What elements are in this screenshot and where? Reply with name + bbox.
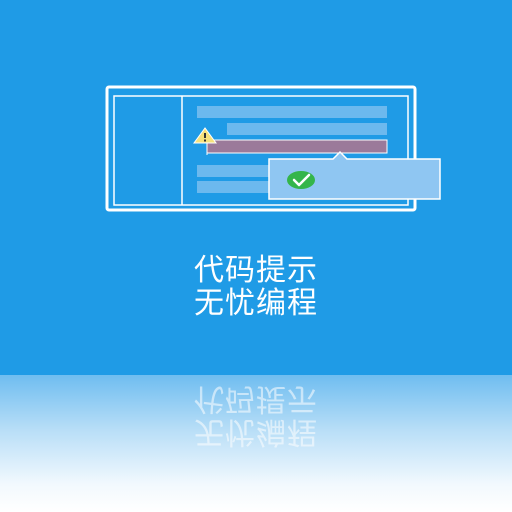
tile-reflection: 无忧编程 代码提示: [0, 375, 512, 512]
code-line: [197, 165, 272, 177]
caption-line-2: 无忧编程: [194, 286, 318, 321]
mirrored-caption: 无忧编程 代码提示: [0, 375, 512, 512]
code-editor-illustration: [105, 85, 441, 212]
warning-icon: [193, 127, 217, 144]
code-line-error: [206, 139, 388, 154]
code-line: [197, 106, 387, 118]
code-line: [197, 181, 272, 193]
reflection-caption-line-1: 代码提示: [194, 381, 318, 416]
reflection-caption-line-2: 无忧编程: [194, 414, 318, 449]
feature-tile: 代码提示 无忧编程: [0, 0, 512, 375]
checkmark-icon: [287, 171, 315, 189]
code-line: [227, 123, 387, 135]
